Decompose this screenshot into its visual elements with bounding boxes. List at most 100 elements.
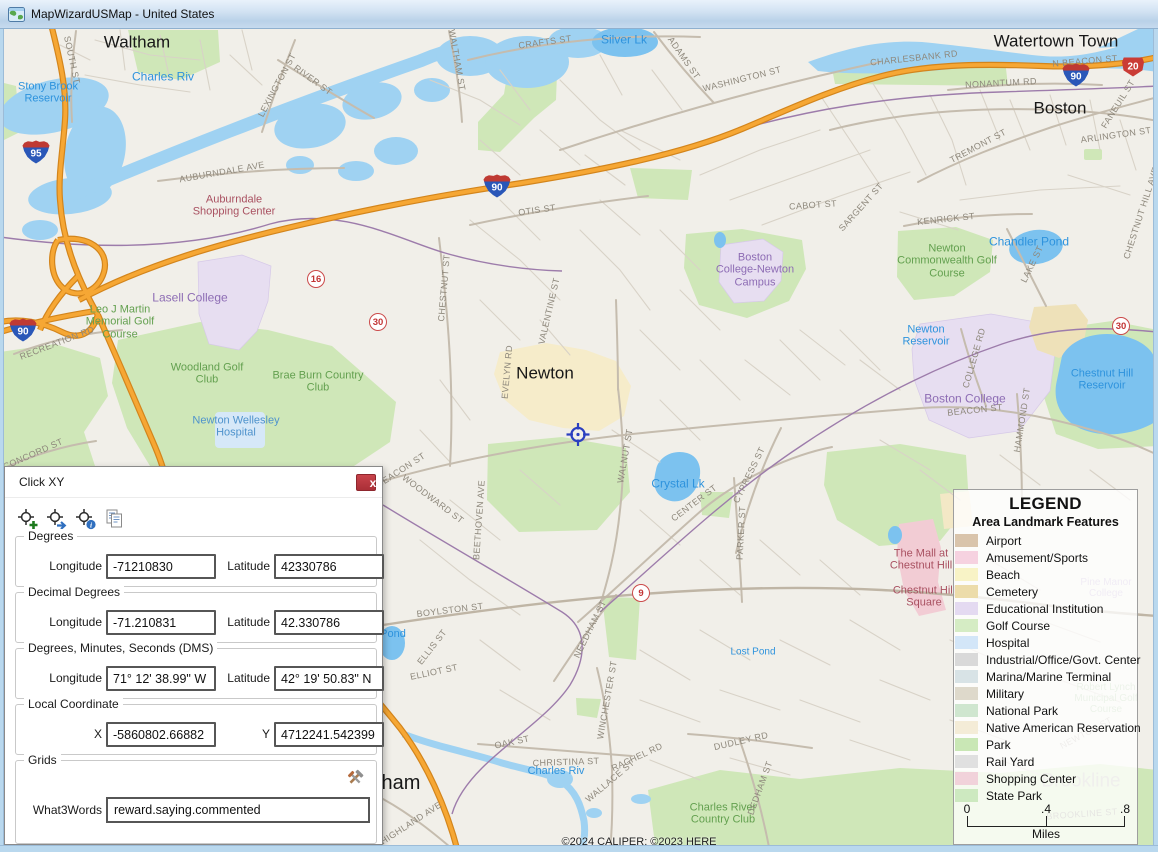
decimal-degrees-group: Decimal Degrees Longitude Latitude [15, 592, 377, 643]
legend-item: Amusement/Sports [954, 549, 1137, 566]
legend-item-label: Educational Institution [986, 602, 1103, 616]
legend-item: Golf Course [954, 617, 1137, 634]
dms-latitude-field[interactable] [274, 666, 384, 691]
window-frame-right [1153, 29, 1158, 845]
point-info-button[interactable]: i [73, 506, 98, 530]
legend-swatch [955, 551, 978, 564]
scale-mid-tick [1046, 816, 1047, 827]
legend-item: Airport [954, 532, 1137, 549]
legend-item-label: State Park [986, 789, 1042, 803]
scale-bar: 0.4.8 Miles [967, 802, 1125, 838]
legend-item-label: Hospital [986, 636, 1029, 650]
legend-swatch [955, 789, 978, 802]
app-window: WalthamWatertown TownBostonNewtonhamBroo… [0, 0, 1158, 852]
legend-subtitle: Area Landmark Features [954, 515, 1137, 529]
grid-settings-button[interactable] [344, 767, 366, 789]
legend-swatch [955, 738, 978, 751]
decimal-latitude-field[interactable] [274, 610, 384, 635]
legend-swatch [955, 721, 978, 734]
window-title: MapWizardUSMap - United States [31, 7, 214, 21]
crosshair-info-icon: i [74, 507, 97, 530]
x-label: X [20, 727, 102, 741]
legend-item-label: Military [986, 687, 1024, 701]
legend-swatch [955, 534, 978, 547]
latitude-label: Latitude [218, 615, 270, 629]
group-label: Decimal Degrees [24, 585, 124, 599]
local-x-field[interactable] [106, 722, 216, 747]
dialog-titlebar[interactable]: Click XY x [5, 467, 382, 498]
group-label: Degrees, Minutes, Seconds (DMS) [24, 641, 217, 655]
crosshair-add-icon [16, 507, 39, 530]
window-frame-left [0, 29, 4, 845]
group-label: Local Coordinate [24, 697, 123, 711]
copy-icon [103, 507, 126, 530]
scale-tick-label: 0 [964, 802, 971, 816]
legend-swatch [955, 670, 978, 683]
y-label: Y [218, 727, 270, 741]
legend-swatch [955, 653, 978, 666]
longitude-label: Longitude [20, 559, 102, 573]
decimal-longitude-field[interactable] [106, 610, 216, 635]
dialog-close-button[interactable]: x [356, 474, 376, 491]
legend-swatch [955, 687, 978, 700]
longitude-label: Longitude [20, 615, 102, 629]
legend-item-label: Cemetery [986, 585, 1038, 599]
grids-group: Grids What3Words [15, 760, 377, 844]
click-xy-dialog: Click XY x i [4, 466, 383, 845]
window-frame-bottom [0, 845, 1158, 852]
window-titlebar[interactable]: MapWizardUSMap - United States [0, 0, 1158, 29]
group-label: Grids [24, 753, 61, 767]
dialog-toolbar: i [15, 506, 127, 530]
legend-item-label: Native American Reservation [986, 721, 1141, 735]
legend-panel: LEGEND Area Landmark Features Airport Amu… [953, 489, 1138, 845]
add-point-button[interactable] [15, 506, 40, 530]
app-icon [8, 7, 25, 22]
group-label: Degrees [24, 529, 77, 543]
legend-item: Cemetery [954, 583, 1137, 600]
legend-item-label: Airport [986, 534, 1021, 548]
legend-title: LEGEND [954, 494, 1137, 514]
legend-swatch [955, 602, 978, 615]
dms-group: Degrees, Minutes, Seconds (DMS) Longitud… [15, 648, 377, 699]
latitude-label: Latitude [218, 671, 270, 685]
legend-swatch [955, 619, 978, 632]
what3words-label: What3Words [16, 803, 102, 817]
longitude-label: Longitude [20, 671, 102, 685]
degrees-latitude-field[interactable] [274, 554, 384, 579]
local-y-field[interactable] [274, 722, 384, 747]
degrees-group: Degrees Longitude Latitude [15, 536, 377, 587]
legend-item: Hospital [954, 634, 1137, 651]
goto-point-button[interactable] [44, 506, 69, 530]
legend-item-label: Golf Course [986, 619, 1050, 633]
scale-tick-label: .4 [1041, 802, 1051, 816]
legend-item-label: Shopping Center [986, 772, 1076, 786]
legend-swatch [955, 568, 978, 581]
legend-swatch [955, 755, 978, 768]
legend-item: Marina/Marine Terminal [954, 668, 1137, 685]
legend-items: AirportAmusement/SportsBeachCemeteryEduc… [954, 532, 1137, 804]
legend-item: Native American Reservation [954, 719, 1137, 736]
crosshair-goto-icon [45, 507, 68, 530]
legend-item: Park [954, 736, 1137, 753]
close-icon: x [370, 477, 377, 489]
legend-item-label: Industrial/Office/Govt. Center [986, 653, 1141, 667]
legend-item: Rail Yard [954, 753, 1137, 770]
degrees-longitude-field[interactable] [106, 554, 216, 579]
what3words-field[interactable] [106, 797, 370, 823]
local-coordinate-group: Local Coordinate X Y [15, 704, 377, 755]
legend-item-label: Marina/Marine Terminal [986, 670, 1111, 684]
legend-item: Educational Institution [954, 600, 1137, 617]
scale-unit: Miles [967, 827, 1125, 841]
dms-longitude-field[interactable] [106, 666, 216, 691]
legend-swatch [955, 772, 978, 785]
legend-item-label: Park [986, 738, 1011, 752]
latitude-label: Latitude [218, 559, 270, 573]
copy-button[interactable] [102, 506, 127, 530]
legend-item-label: Amusement/Sports [986, 551, 1088, 565]
legend-item: Industrial/Office/Govt. Center [954, 651, 1137, 668]
scale-tick-label: .8 [1120, 802, 1130, 816]
legend-item: Shopping Center [954, 770, 1137, 787]
legend-item-label: National Park [986, 704, 1058, 718]
tools-icon [345, 768, 365, 788]
legend-swatch [955, 636, 978, 649]
